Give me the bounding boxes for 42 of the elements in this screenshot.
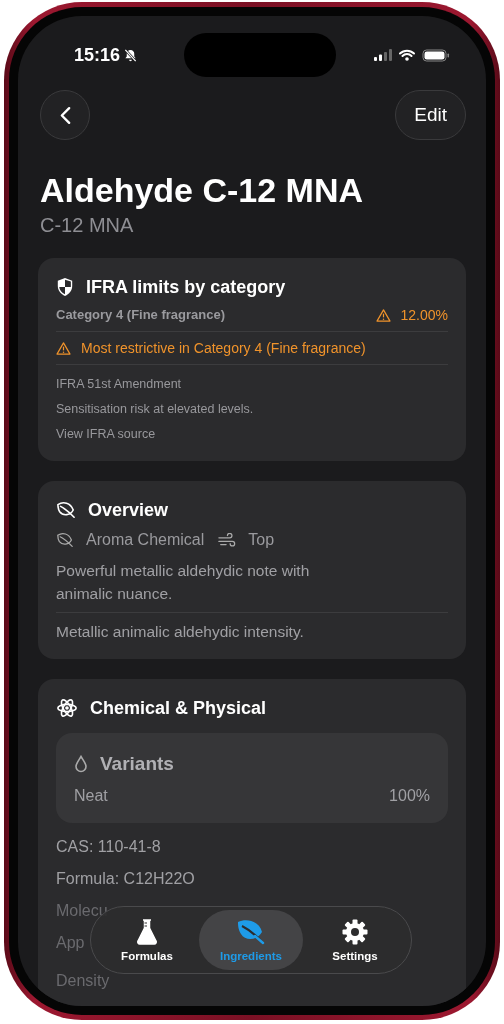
variant-name: Neat: [74, 787, 108, 805]
restriction-warning: Most restrictive in Category 4 (Fine fragrance): [81, 339, 366, 357]
wind-icon: [218, 532, 237, 548]
drop-icon: [74, 755, 88, 773]
ifra-note: Sensitisation risk at elevated levels.: [56, 401, 255, 418]
category-label: Category 4 (Fine fragrance): [56, 306, 226, 324]
tag-label: Top: [248, 530, 275, 550]
card-title: IFRA limits by category: [86, 276, 286, 299]
variants-title: Variants: [100, 753, 174, 775]
card-title: Overview: [88, 499, 169, 522]
ingredient-subtitle: C-12 MNA: [40, 213, 135, 238]
warning-icon: [56, 341, 71, 355]
leaf-icon: [56, 532, 74, 548]
summary-text: Metallic animalic aldehydic intensity.: [56, 622, 305, 642]
back-button[interactable]: [40, 90, 90, 140]
edit-button[interactable]: Edit: [395, 90, 466, 140]
tab[interactable]: Settings: [303, 910, 407, 970]
property-text: Molecu: [56, 901, 108, 921]
chevron-left-icon: [59, 105, 71, 125]
property-text: App: [56, 933, 85, 953]
ifra-source-link[interactable]: View IFRA source: [56, 422, 448, 447]
leaf-icon: [56, 501, 76, 519]
ingredient-title: Aldehyde C-12 MNA: [40, 170, 365, 210]
warning-icon: [375, 308, 391, 322]
leaf-icon: [237, 918, 265, 945]
tag-label: Aroma Chemical: [86, 530, 205, 550]
signal-icon: [374, 49, 392, 61]
flask-icon: [135, 918, 159, 945]
variant-percent: 100%: [389, 787, 430, 805]
card-title: Chemical & Physical: [90, 697, 267, 720]
property-text: Formula: C12H22O: [56, 869, 195, 889]
ifra-note: IFRA 51st Amendment: [56, 376, 183, 393]
battery-icon: [422, 48, 450, 62]
limit-value: 12.00%: [400, 306, 448, 324]
property-text: Density: [56, 971, 110, 991]
status-time: 15:16: [74, 44, 121, 66]
atom-icon: [56, 697, 78, 719]
shield-icon: [56, 277, 74, 297]
description-text: Powerful metallic aldehydic note with animalic nuance.: [56, 561, 311, 604]
property-text: CAS: 110-41-8: [56, 837, 161, 857]
wifi-icon: [399, 49, 415, 61]
settings-icon: [342, 918, 368, 945]
